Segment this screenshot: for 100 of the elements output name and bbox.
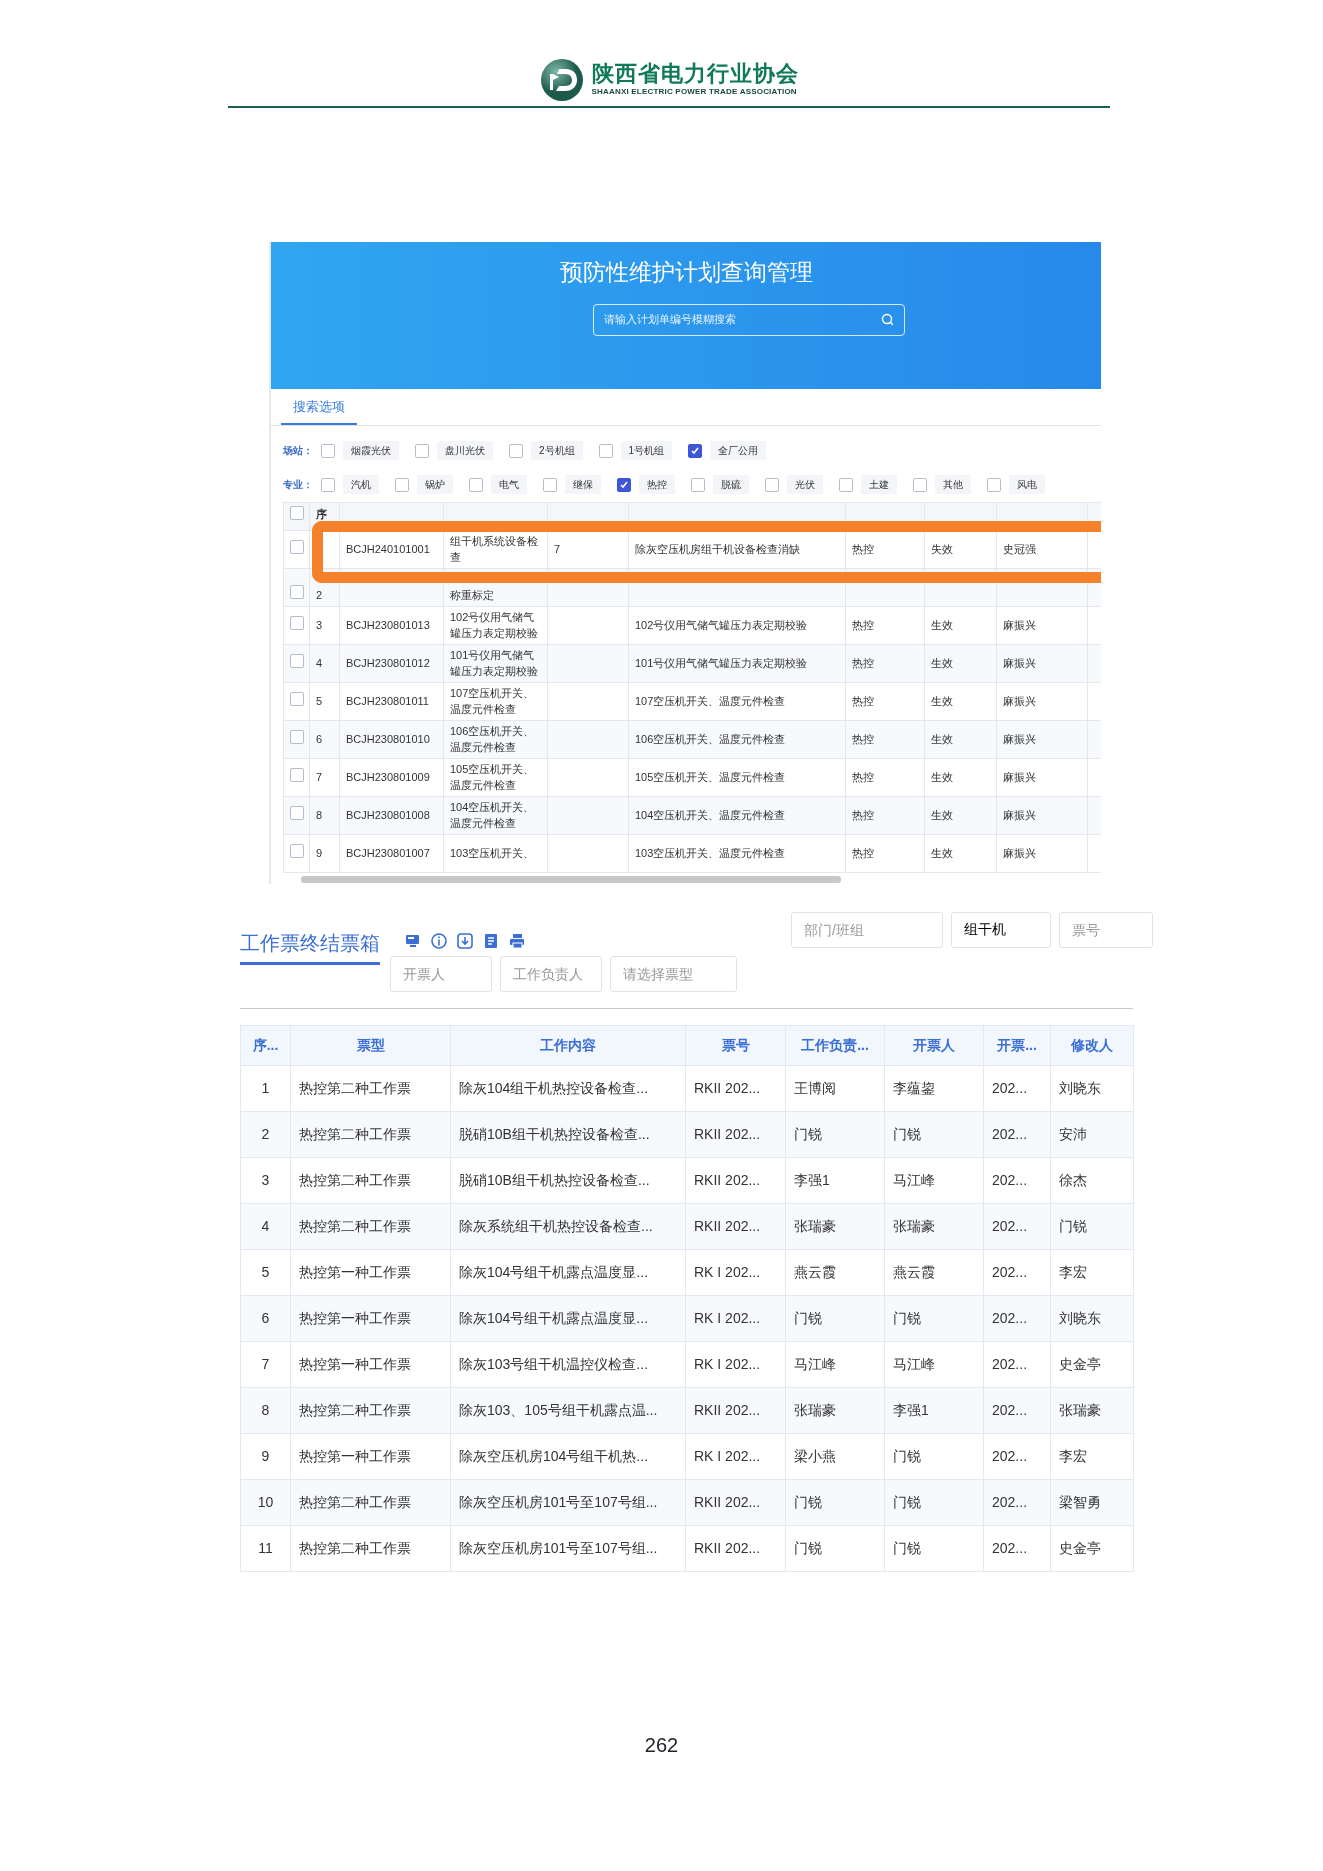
checkbox[interactable] <box>290 729 304 744</box>
checkbox[interactable] <box>321 443 335 458</box>
checkbox[interactable] <box>839 477 853 492</box>
checkbox[interactable] <box>290 585 304 599</box>
checkbox[interactable] <box>691 477 705 492</box>
table-cell: 李宏 <box>1059 1264 1087 1280</box>
column-header: 序... <box>252 1037 279 1053</box>
section-title: 工作票终结票箱 <box>240 928 380 965</box>
table-cell: 称重标定 <box>450 589 494 601</box>
checkbox[interactable] <box>395 477 409 492</box>
checkbox[interactable] <box>987 477 1001 492</box>
checkbox[interactable] <box>765 477 779 492</box>
table-cell: 李强1 <box>794 1172 830 1188</box>
input-field[interactable]: 票号 <box>1059 912 1153 948</box>
checkbox[interactable] <box>290 767 304 782</box>
column-header: 工作内容 <box>540 1037 596 1053</box>
monitor-icon[interactable] <box>404 932 422 950</box>
table-cell: 2 <box>261 1126 270 1142</box>
filter-label: 专业： <box>283 478 313 492</box>
table-cell: BCJH230801008 <box>346 808 430 821</box>
table-cell: RKII 202... <box>694 1080 761 1096</box>
checkbox[interactable] <box>415 443 429 458</box>
table-cell: 101号仪用气储气罐压力表定期校验 <box>450 648 538 677</box>
table-cell: 王博阅 <box>794 1080 836 1096</box>
table-cell: 门锐 <box>794 1126 822 1142</box>
document-icon[interactable] <box>482 932 500 950</box>
table-cell: 热控第二种工作票 <box>299 1540 411 1556</box>
table-cell: 门锐 <box>1059 1218 1087 1234</box>
input-field[interactable]: 开票人 <box>390 956 492 992</box>
column-header: 票型 <box>356 1037 385 1053</box>
table-cell: 门锐 <box>794 1310 822 1326</box>
checkbox[interactable] <box>913 477 927 492</box>
table-cell: 热控 <box>852 656 874 669</box>
scrollbar[interactable] <box>301 876 841 883</box>
table-cell: 202... <box>992 1402 1028 1418</box>
table-cell: 102号仪用气储气罐压力表定期校验 <box>450 610 538 639</box>
checkbox[interactable] <box>543 477 557 492</box>
search-icon[interactable] <box>881 313 894 326</box>
table-cell: 202... <box>992 1264 1028 1280</box>
download-icon[interactable] <box>456 932 474 950</box>
checkbox[interactable] <box>509 443 523 458</box>
table-cell: 张瑞豪 <box>1059 1402 1101 1418</box>
checkbox[interactable] <box>321 477 335 492</box>
input-field[interactable]: 请选择票型 <box>610 956 737 992</box>
tab[interactable]: 搜索选项 <box>281 389 357 425</box>
checkbox[interactable] <box>290 843 304 858</box>
option-label: 光伏 <box>787 475 823 494</box>
table-cell: BCJH230801012 <box>346 656 430 669</box>
input-field[interactable]: 部门/班组 <box>791 912 943 948</box>
table-cell: 除灰104号组干机露点温度显... <box>459 1264 649 1280</box>
option-label: 其他 <box>935 475 971 494</box>
table-cell: 热控第一种工作票 <box>299 1356 411 1372</box>
checkbox[interactable] <box>290 691 304 706</box>
table-cell: 4 <box>261 1218 270 1234</box>
table-cell: 2 <box>316 589 323 601</box>
input-field[interactable]: 组干机 <box>951 912 1051 948</box>
checkbox[interactable] <box>290 505 304 520</box>
table-cell: 10 <box>257 1494 274 1510</box>
table-cell: 3 <box>316 618 323 631</box>
checkbox[interactable] <box>290 615 304 630</box>
table-cell: 梁智勇 <box>1059 1494 1101 1510</box>
table-cell: 史金亭 <box>1059 1540 1101 1556</box>
table-cell: 组干机系统设备检查 <box>450 534 538 563</box>
table-cell: 李宏 <box>1059 1448 1087 1464</box>
column-header: 修改人 <box>1071 1037 1113 1053</box>
option-label: 烟霞光伏 <box>343 441 399 460</box>
table-cell: 6 <box>316 732 323 745</box>
table-cell: BCJH230801009 <box>346 770 430 783</box>
table-cell: RKII 202... <box>694 1540 761 1556</box>
table-cell: RKII 202... <box>694 1402 761 1418</box>
checkbox[interactable] <box>688 443 703 458</box>
table-cell: RKII 202... <box>694 1126 761 1142</box>
table-cell: 脱硝10B组干机热控设备检查... <box>459 1126 650 1142</box>
info-icon[interactable] <box>430 932 448 950</box>
logo-icon <box>539 58 584 102</box>
table-cell: 除灰空压机房101号至107号组... <box>459 1494 658 1510</box>
input-field[interactable]: 工作负责人 <box>500 956 602 992</box>
table-cell: 安沛 <box>1059 1126 1087 1142</box>
table-cell: 热控第一种工作票 <box>299 1310 411 1326</box>
table-cell: 107空压机开关、温度元件检查 <box>450 686 535 715</box>
table-cell: 马江峰 <box>893 1356 935 1372</box>
table-cell: 7 <box>261 1356 270 1372</box>
table-cell: 燕云霞 <box>794 1264 836 1280</box>
table-cell: 刘晓东 <box>1059 1080 1101 1096</box>
search-field[interactable]: 请输入计划单编号模糊搜索 <box>593 303 905 336</box>
checkbox[interactable] <box>290 539 304 554</box>
printer-icon[interactable] <box>508 932 526 950</box>
table-cell: 除灰103号组干机温控仪检查... <box>459 1356 649 1372</box>
option-label: 热控 <box>639 475 675 494</box>
table-cell: 热控第二种工作票 <box>299 1126 411 1142</box>
table-cell: 热控第二种工作票 <box>299 1402 411 1418</box>
checkbox[interactable] <box>290 653 304 668</box>
checkbox[interactable] <box>617 477 631 492</box>
checkbox[interactable] <box>598 443 613 458</box>
checkbox[interactable] <box>469 477 483 492</box>
org-name: 陕西省电力行业协会 <box>591 61 799 87</box>
checkbox[interactable] <box>290 805 304 820</box>
table-cell: 202... <box>992 1126 1028 1142</box>
table-cell: BCJH230801007 <box>346 846 430 859</box>
table-cell: 3 <box>261 1172 270 1188</box>
